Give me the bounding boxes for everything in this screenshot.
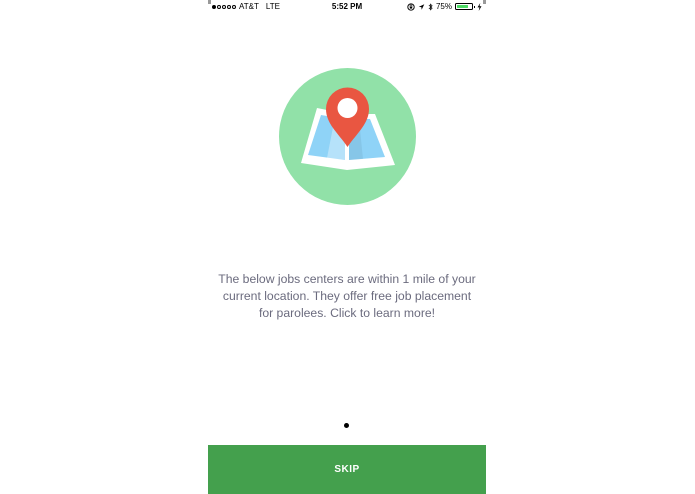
status-right: 75% [407,2,482,11]
status-bar: AT&T LTE 5:52 PM 75% [208,0,486,14]
battery-percent: 75% [435,2,452,11]
bluetooth-icon [428,2,433,11]
orientation-lock-icon [407,2,415,11]
page-indicator-dot[interactable] [344,423,349,428]
location-message: The below jobs centers are within 1 mile… [218,272,476,320]
battery-level [457,5,468,8]
skip-button[interactable]: SKIP [208,445,486,494]
pin-center-dot [337,98,358,118]
charging-bolt-icon [477,2,482,11]
map-location-pin-icon [279,68,416,205]
location-arrow-icon [418,3,425,10]
phone-screen: AT&T LTE 5:52 PM 75% The below jobs cent… [208,0,486,494]
battery-icon [455,3,475,10]
